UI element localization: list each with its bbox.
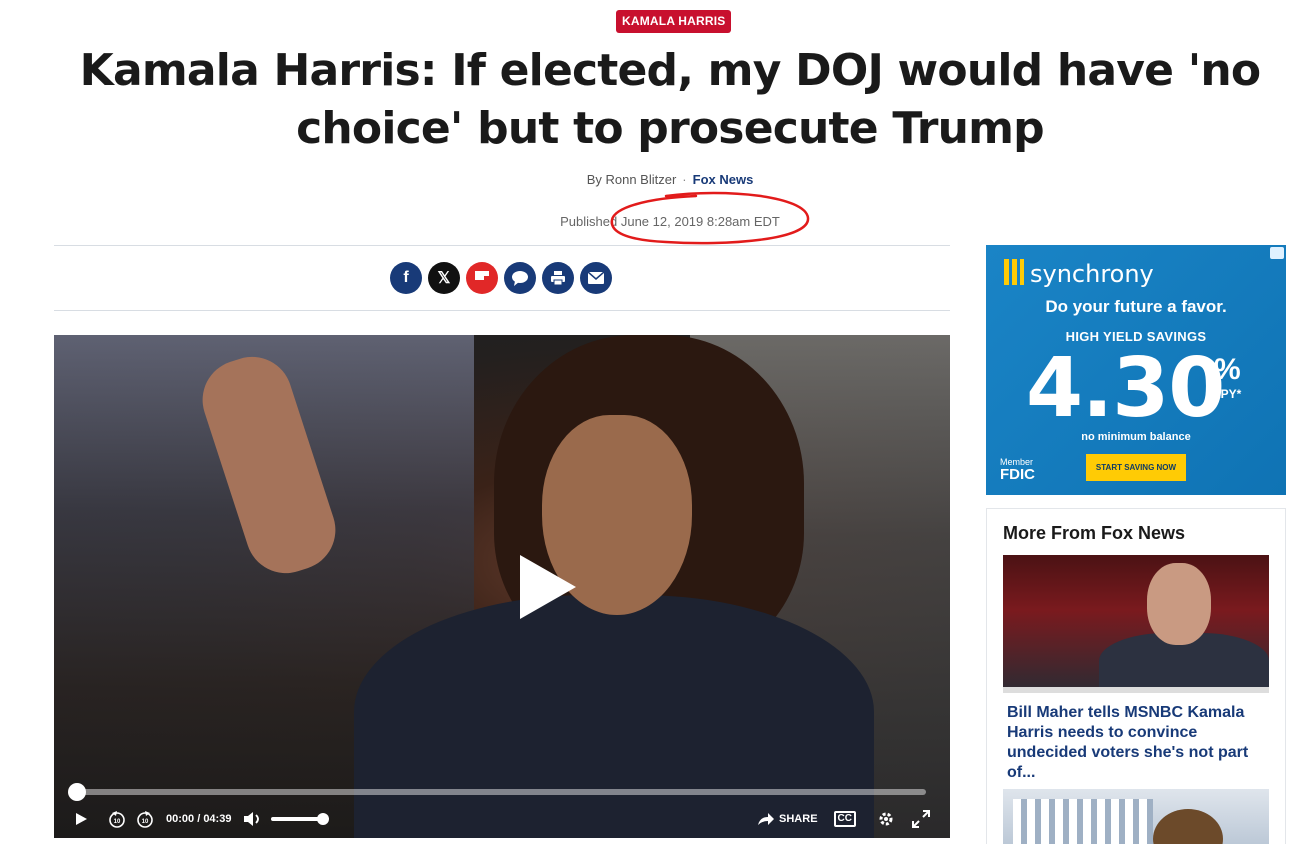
video-progress-bar[interactable] — [68, 783, 926, 801]
flipboard-icon — [475, 271, 489, 280]
story-thumbnail-2[interactable] — [1003, 789, 1269, 844]
author-name[interactable]: By Ronn Blitzer — [587, 172, 677, 187]
ad-note: no minimum balance — [1081, 431, 1191, 443]
ad-fdic-label: FDIC — [1000, 466, 1035, 483]
synchrony-ad[interactable]: synchrony Do your future a favor. HIGH Y… — [986, 245, 1286, 495]
facebook-icon: f — [403, 269, 409, 286]
video-share-label: SHARE — [779, 813, 818, 825]
article-headline: Kamala Harris: If elected, my DOJ would … — [79, 45, 1261, 154]
share-bar: f 𝕏 — [390, 262, 612, 294]
thumbnail-person — [1153, 809, 1223, 844]
comments-button[interactable] — [504, 262, 536, 294]
source-link[interactable]: Fox News — [693, 172, 754, 187]
current-time: 00:00 — [166, 813, 195, 825]
video-jacket — [354, 595, 874, 838]
ad-cta-button[interactable]: START SAVING NOW — [1086, 454, 1186, 481]
divider-top — [54, 245, 950, 246]
volume-slider[interactable] — [271, 813, 330, 825]
closed-captions-button[interactable]: CC — [833, 811, 856, 827]
forward-10-button[interactable]: 10 — [136, 807, 154, 831]
ad-fdic: Member FDIC — [1000, 457, 1035, 483]
fullscreen-icon — [912, 810, 930, 828]
ad-brand-name: synchrony — [1030, 260, 1154, 288]
facebook-share-button[interactable]: f — [390, 262, 422, 294]
more-from-panel: More From Fox News Bill Maher tells MSNB… — [986, 508, 1286, 844]
x-share-button[interactable]: 𝕏 — [428, 262, 460, 294]
forward-10-icon: 10 — [137, 811, 153, 828]
play-button[interactable] — [74, 807, 88, 831]
ad-choices-icon[interactable] — [1270, 247, 1284, 259]
x-icon: 𝕏 — [437, 270, 451, 287]
byline: By Ronn Blitzer · Fox News — [0, 172, 1289, 187]
mute-button[interactable] — [243, 807, 263, 831]
ad-apy: APY* — [1212, 387, 1242, 401]
ad-rate: 4.30 — [1026, 341, 1225, 436]
settings-button[interactable] — [878, 807, 894, 831]
thumbnail-chyron — [1003, 687, 1269, 693]
play-overlay-icon[interactable] — [520, 555, 576, 619]
video-player[interactable]: 10 10 00:00 / 04:39 SHARE CC — [54, 335, 950, 838]
thumbnail-head — [1147, 563, 1211, 645]
thumbnail-building — [1013, 799, 1153, 844]
email-icon — [588, 272, 604, 284]
video-share-button[interactable]: SHARE — [757, 807, 818, 831]
story-thumbnail[interactable] — [1003, 555, 1269, 693]
ad-tagline: Do your future a favor. — [1045, 297, 1227, 316]
story-title-link[interactable]: Bill Maher tells MSNBC Kamala Harris nee… — [1007, 703, 1269, 783]
ad-percent: % — [1214, 353, 1241, 386]
svg-text:10: 10 — [142, 819, 149, 825]
time-display: 00:00 / 04:39 — [166, 813, 232, 825]
ad-brand-logo: synchrony — [1004, 259, 1154, 288]
email-share-button[interactable] — [580, 262, 612, 294]
duration: 04:39 — [203, 813, 232, 825]
fullscreen-button[interactable] — [912, 807, 930, 831]
print-icon — [551, 271, 565, 286]
flipboard-share-button[interactable] — [466, 262, 498, 294]
category-tag[interactable]: KAMALA HARRIS — [616, 10, 732, 33]
divider-bottom — [54, 310, 950, 311]
progress-knob[interactable] — [68, 783, 86, 801]
play-icon — [76, 813, 87, 825]
byline-separator: · — [682, 172, 687, 187]
share-arrow-icon — [758, 813, 775, 825]
published-date: Published June 12, 2019 8:28am EDT — [560, 214, 780, 229]
more-from-heading: More From Fox News — [1003, 523, 1186, 543]
gear-icon — [879, 812, 893, 826]
volume-icon — [244, 812, 260, 826]
video-controls: 10 10 00:00 / 04:39 SHARE CC — [74, 807, 930, 831]
rewind-10-icon: 10 — [109, 811, 125, 828]
synchrony-bars-icon — [1004, 259, 1024, 285]
comment-icon — [512, 271, 528, 286]
svg-text:10: 10 — [114, 819, 121, 825]
rewind-10-button[interactable]: 10 — [108, 807, 126, 831]
print-button[interactable] — [542, 262, 574, 294]
